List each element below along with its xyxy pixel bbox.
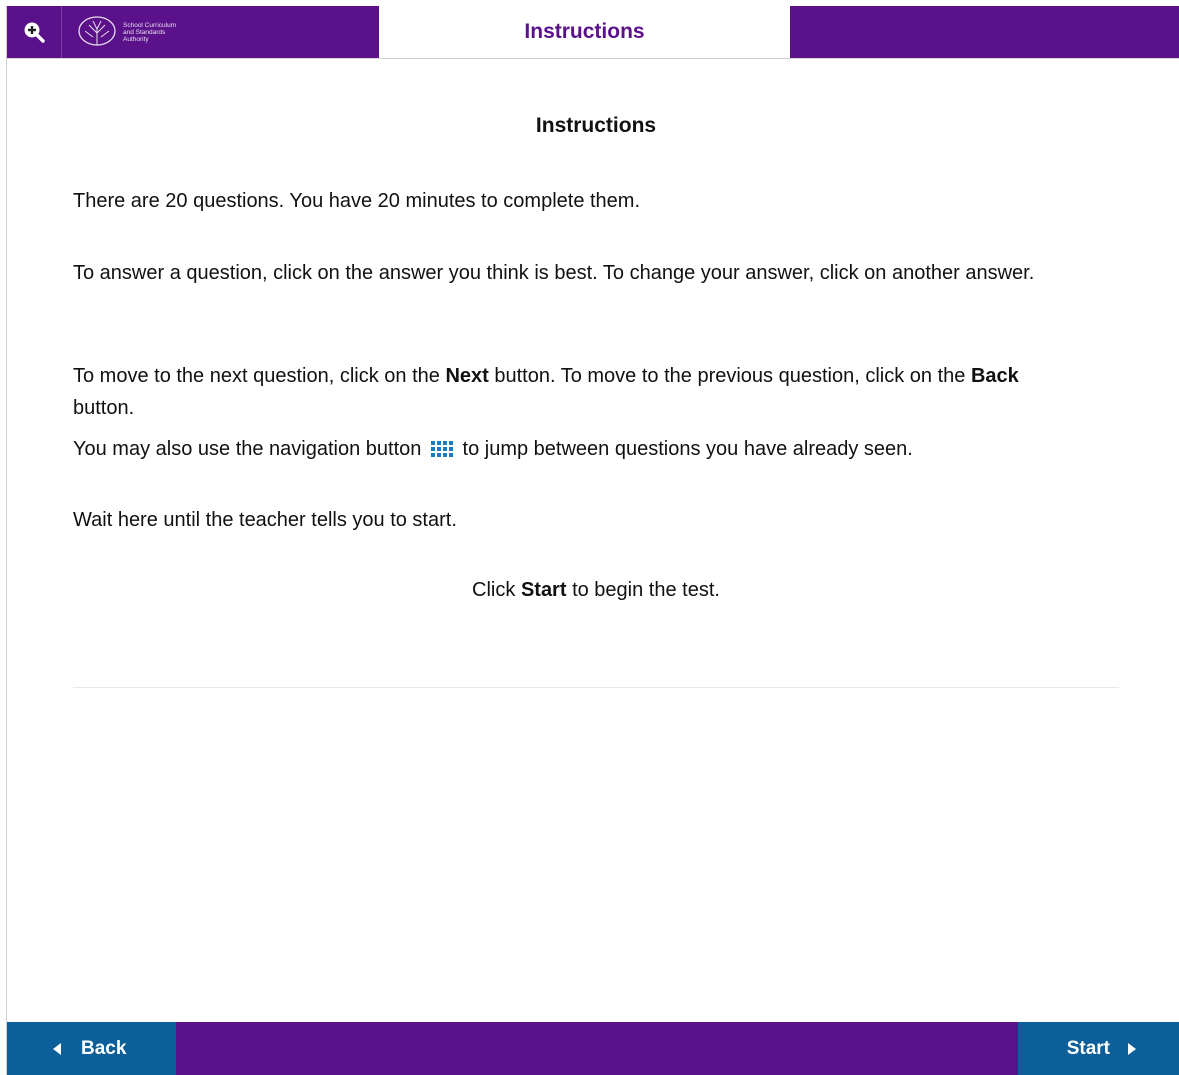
paragraph-navigation: To move to the next question, click on t… <box>73 360 1053 424</box>
back-button[interactable]: Back <box>7 1022 176 1075</box>
content-divider <box>73 687 1119 688</box>
instructions-heading: Instructions <box>535 114 657 137</box>
paragraph-text: button. <box>73 397 135 419</box>
paragraph-text: to begin the test. <box>566 579 720 601</box>
start-button-label: Start <box>1066 1037 1110 1059</box>
paragraph-text: button. To move to the previous question… <box>488 365 971 387</box>
app-frame: School Curriculum and Standards Authorit… <box>6 6 1179 1075</box>
caret-right-icon <box>1128 1042 1136 1055</box>
back-keyword: Back <box>970 365 1019 387</box>
paragraph-question-count: There are 20 questions. You have 20 minu… <box>73 190 641 212</box>
start-button[interactable]: Start <box>1018 1022 1179 1075</box>
paragraph-text: to jump between questions you have alrea… <box>462 438 913 460</box>
top-bar: School Curriculum and Standards Authorit… <box>7 6 1179 59</box>
logo-line-3: Authority <box>123 35 149 43</box>
paragraph-wait: Wait here until the teacher tells you to… <box>73 509 457 531</box>
paragraph-text: To move to the next question, click on t… <box>73 365 446 387</box>
page-title: Instructions <box>379 6 790 59</box>
instructions-panel: Instructions There are 20 questions. You… <box>73 58 1119 688</box>
caret-left-icon <box>53 1042 61 1055</box>
paragraph-nav-button: You may also use the navigation button t… <box>73 433 913 465</box>
grid-navigation-icon <box>430 441 453 457</box>
paragraph-answering: To answer a question, click on the answe… <box>73 262 1035 284</box>
tree-emblem-icon <box>78 16 116 46</box>
logo-text: School Curriculum and Standards Authorit… <box>123 22 176 43</box>
zoom-in-icon <box>24 22 45 43</box>
logo-line-1: School Curriculum <box>123 21 177 29</box>
back-button-label: Back <box>81 1037 127 1059</box>
bottom-bar: Back Start <box>7 1022 1179 1075</box>
paragraph-text: You may also use the navigation button <box>73 438 422 460</box>
start-keyword: Start <box>520 579 567 601</box>
paragraph-start: Click Start to begin the test. <box>73 574 1119 606</box>
scsa-logo: School Curriculum and Standards Authorit… <box>77 10 227 54</box>
paragraph-text: Click <box>472 579 521 601</box>
logo-line-2: and Standards <box>123 28 166 36</box>
next-keyword: Next <box>445 365 489 387</box>
zoom-button[interactable] <box>7 6 62 58</box>
